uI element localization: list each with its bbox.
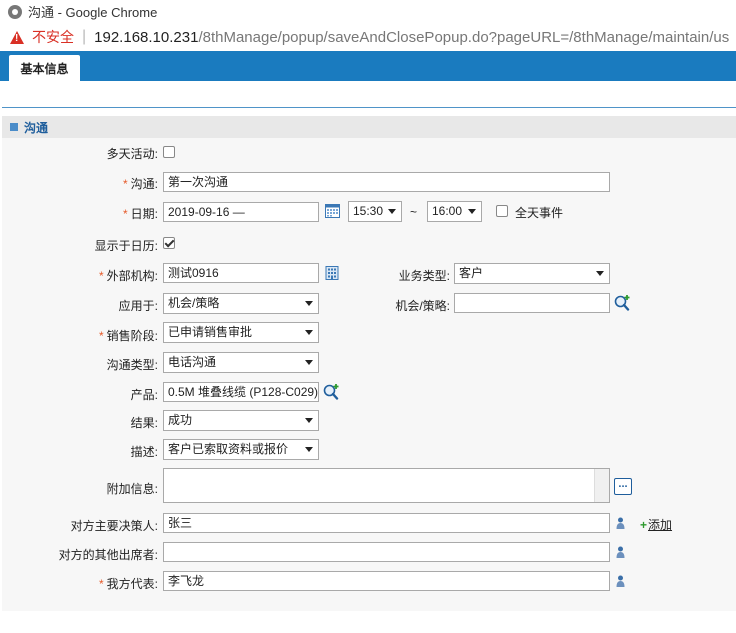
search-add-icon[interactable] [614, 294, 632, 311]
business-type-select[interactable]: 客户 [454, 263, 610, 284]
required-marker: * [98, 269, 104, 283]
decision-maker-label: 对方主要决策人: [70, 519, 158, 533]
person-icon[interactable] [616, 517, 625, 529]
result-select[interactable]: 成功 [163, 410, 319, 431]
extra-info-textarea[interactable] [163, 468, 610, 503]
description-select[interactable]: 客户已索取资料或报价 [163, 439, 319, 460]
section-square-icon [10, 123, 18, 131]
url-path[interactable]: /8thManage/popup/saveAndClosePopup.do?pa… [198, 29, 729, 46]
add-decision-maker-link[interactable]: +添加 [640, 516, 672, 533]
date-label: * 日期: [122, 207, 158, 221]
all-day-label: 全天事件 [515, 206, 564, 220]
person-icon[interactable] [616, 546, 625, 558]
end-time-select[interactable]: 16:00 [427, 201, 482, 222]
result-label: 结果: [130, 416, 158, 430]
all-day-checkbox[interactable] [496, 205, 508, 217]
start-time-select[interactable]: 15:30 [348, 201, 402, 222]
person-icon[interactable] [616, 575, 625, 587]
sales-stage-select[interactable]: 已申请销售审批 [163, 322, 319, 343]
business-type-label: 业务类型: [398, 269, 450, 283]
external-org-label: * 外部机构: [98, 269, 158, 283]
comm-type-label: 沟通类型: [106, 358, 158, 372]
applies-to-select[interactable]: 机会/策略 [163, 293, 319, 314]
time-tilde: ~ [410, 205, 418, 219]
required-marker: * [122, 177, 128, 191]
multi-day-label: 多天活动: [106, 147, 158, 161]
sales-stage-label: * 销售阶段: [98, 329, 158, 343]
section-title: 沟通 [24, 120, 49, 135]
other-attendees-label: 对方的其他出席者: [58, 548, 158, 562]
calendar-icon[interactable] [325, 203, 340, 218]
address-bar[interactable]: 不安全 | 192.168.10.231/8thManage/popup/sav… [0, 23, 736, 51]
divider-line [2, 107, 736, 108]
external-org-input[interactable]: 测试0916 [163, 263, 319, 283]
warning-icon[interactable] [10, 30, 24, 44]
product-search-add-icon[interactable] [323, 383, 341, 400]
date-input[interactable]: 2019-09-16 — [163, 202, 319, 222]
multi-day-checkbox[interactable] [163, 146, 175, 158]
required-marker: * [98, 577, 104, 591]
tab-basic-info[interactable]: 基本信息 [9, 55, 80, 81]
chrome-icon [8, 4, 22, 19]
applies-to-label: 应用于: [118, 299, 158, 313]
decision-maker-input[interactable]: 张三 [163, 513, 610, 533]
section-header: 沟通 [2, 116, 736, 138]
product-label: 产品: [130, 388, 158, 402]
opportunity-label: 机会/策略: [395, 299, 450, 313]
extra-info-label: 附加信息: [106, 482, 158, 496]
tab-bar: 基本信息 [0, 51, 736, 81]
description-label: 描述: [130, 445, 158, 459]
show-calendar-label: 显示于日历: [94, 239, 158, 253]
address-separator: | [82, 28, 87, 45]
more-button[interactable]: ... [614, 478, 632, 495]
subject-input[interactable]: 第一次沟通 [163, 172, 610, 192]
url-host[interactable]: 192.168.10.231 [94, 29, 198, 46]
our-rep-label: * 我方代表: [98, 577, 158, 591]
security-label[interactable]: 不安全 [32, 27, 74, 47]
show-calendar-checkbox[interactable] [163, 237, 175, 249]
window-titlebar: 沟通 - Google Chrome [0, 0, 736, 23]
subject-label: * 沟通: [122, 177, 158, 191]
opportunity-input[interactable] [454, 293, 610, 313]
textarea-scrollbar[interactable] [594, 469, 609, 502]
plus-icon: + [640, 518, 648, 532]
window-title: 沟通 - Google Chrome [28, 5, 158, 20]
required-marker: * [122, 207, 128, 221]
product-input[interactable]: 0.5M 堆叠线缆 (P128-C029) [163, 382, 319, 402]
comm-type-select[interactable]: 电话沟通 [163, 352, 319, 373]
required-marker: * [98, 329, 104, 343]
our-rep-input[interactable]: 李飞龙 [163, 571, 610, 591]
other-attendees-input[interactable] [163, 542, 610, 562]
building-icon[interactable] [325, 266, 339, 280]
